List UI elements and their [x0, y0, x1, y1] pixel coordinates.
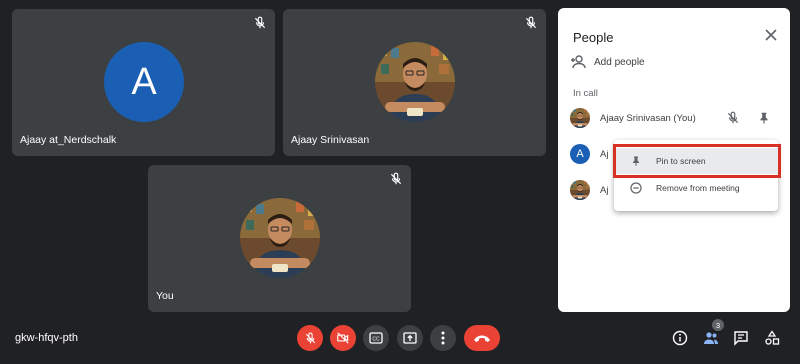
close-icon[interactable] [764, 28, 778, 42]
add-people-label: Add people [594, 56, 645, 68]
info-icon[interactable] [672, 330, 688, 346]
present-screen-icon [403, 332, 417, 344]
pin-icon[interactable] [757, 111, 771, 125]
captions-button[interactable]: CC [363, 325, 389, 351]
participant-row[interactable]: Ajaay Srinivasan (You) [570, 106, 696, 130]
avatar [570, 108, 590, 128]
avatar [375, 42, 455, 122]
captions-icon: CC [369, 332, 383, 344]
participant-name: Ajaay Srinivasan [291, 134, 370, 146]
chat-icon[interactable] [733, 330, 749, 346]
leave-call-button[interactable] [464, 325, 500, 351]
activities-icon[interactable] [764, 330, 780, 346]
participant-row[interactable]: A Aj [570, 142, 608, 166]
participant-name: Ajaay Srinivasan (You) [600, 112, 696, 124]
video-tile-ajaay-at-nerdschalk[interactable]: A Ajaay at_Nerdschalk [12, 9, 275, 156]
avatar: A [104, 42, 184, 122]
video-tile-ajaay-srinivasan[interactable]: Ajaay Srinivasan [283, 9, 546, 156]
add-people-button[interactable]: Add people [570, 55, 645, 69]
phone-hangup-icon [474, 335, 490, 342]
remove-circle-icon [630, 182, 642, 194]
remove-from-meeting-item[interactable]: Remove from meeting [614, 175, 778, 201]
participant-name: Aj [600, 184, 609, 196]
svg-text:CC: CC [372, 336, 380, 342]
meeting-code: gkw-hfqv-pth [15, 332, 78, 344]
camera-toggle-button[interactable] [330, 325, 356, 351]
present-screen-button[interactable] [397, 325, 423, 351]
avatar [240, 198, 320, 278]
people-count-badge: 3 [712, 319, 724, 331]
mic-off-icon [389, 172, 403, 186]
more-options-button[interactable] [430, 325, 456, 351]
more-vert-icon [441, 331, 445, 345]
panel-title: People [573, 30, 614, 45]
participant-row[interactable]: Aj [570, 178, 608, 202]
participant-name: Ajaay at_Nerdschalk [20, 134, 117, 146]
participant-name: You [156, 290, 174, 302]
avatar [570, 180, 590, 200]
pin-to-screen-label: Pin to screen [656, 156, 706, 166]
pin-icon [630, 155, 642, 167]
people-icon[interactable] [703, 330, 719, 346]
section-in-call: In call [573, 88, 598, 99]
participant-context-menu: Pin to screen Remove from meeting [614, 140, 778, 211]
mic-off-icon [253, 16, 267, 30]
video-tile-you[interactable]: You [148, 165, 411, 312]
mic-off-icon [524, 16, 538, 30]
mic-off-icon [726, 111, 740, 125]
add-person-icon [571, 55, 586, 69]
pin-to-screen-item[interactable]: Pin to screen [614, 148, 778, 174]
remove-from-meeting-label: Remove from meeting [656, 183, 740, 193]
camera-off-icon [337, 332, 349, 344]
mic-toggle-button[interactable] [297, 325, 323, 351]
participant-name: Aj [600, 148, 609, 160]
mic-off-icon [304, 332, 317, 345]
avatar: A [570, 144, 590, 164]
